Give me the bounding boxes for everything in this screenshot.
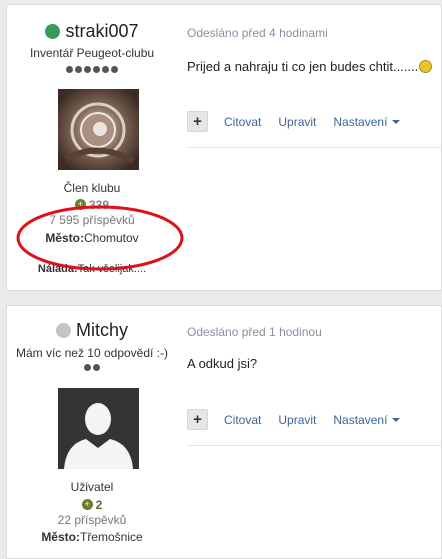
rank-pips xyxy=(7,66,177,73)
username-link[interactable]: Mitchy xyxy=(76,320,128,341)
post-1: straki007 Inventář Peugeot-clubu Člen kl… xyxy=(6,4,442,291)
multiquote-plus-button[interactable]: + xyxy=(187,111,208,132)
settings-menu-button[interactable]: Nastavení xyxy=(333,412,401,427)
quote-button[interactable]: Citovat xyxy=(224,413,261,427)
post-date[interactable]: Odesláno před 4 hodinami xyxy=(187,26,328,40)
member-group: Uživatel xyxy=(70,480,114,494)
rank-pips xyxy=(7,364,177,371)
default-avatar[interactable] xyxy=(58,388,139,469)
rank-pip xyxy=(75,66,82,73)
settings-label: Nastavení xyxy=(333,114,388,129)
rank-pip xyxy=(84,66,91,73)
divider xyxy=(187,445,441,446)
caret-down-icon xyxy=(392,120,401,125)
multiquote-plus-button[interactable]: + xyxy=(187,409,208,430)
rank-pip xyxy=(66,66,73,73)
quote-button[interactable]: Citovat xyxy=(224,115,261,129)
settings-label: Nastavení xyxy=(333,412,388,427)
post-date[interactable]: Odesláno před 1 hodinou xyxy=(187,325,322,339)
annotation-circle xyxy=(16,205,184,271)
rank-pip xyxy=(93,66,100,73)
laughing-smiley-icon xyxy=(419,60,433,73)
location-label: Město: xyxy=(41,530,80,544)
avatar[interactable] xyxy=(58,89,139,170)
rank-pip xyxy=(84,364,91,371)
post-controls: + Citovat Upravit Nastavení xyxy=(187,409,417,430)
reputation: +2 xyxy=(7,496,177,512)
post-text: Prijed a nahraju ti co jen budes chtit..… xyxy=(187,59,433,74)
member-group: Člen klubu xyxy=(63,181,121,195)
post-2: Mitchy Mám víc než 10 odpovědí :-) Uživa… xyxy=(6,305,442,559)
caret-down-icon xyxy=(392,418,401,423)
reputation-value: 2 xyxy=(95,497,103,512)
edit-button[interactable]: Upravit xyxy=(278,413,316,427)
divider xyxy=(187,147,441,148)
author-name-row: Mitchy xyxy=(7,320,177,341)
rank-pip xyxy=(93,364,100,371)
post-controls: + Citovat Upravit Nastavení xyxy=(187,111,417,132)
post-count: 22 příspěvků xyxy=(57,513,127,527)
reputation-icon: + xyxy=(81,499,93,510)
member-rank: Mám víc než 10 odpovědí :-) xyxy=(15,346,169,360)
rank-pip xyxy=(111,66,118,73)
location: Město:Třemošnice xyxy=(7,530,177,544)
username-link[interactable]: straki007 xyxy=(65,21,138,42)
post-text-body: Prijed a nahraju ti co jen budes chtit..… xyxy=(187,59,419,74)
offline-status-icon xyxy=(55,323,71,338)
post-text: A odkud jsi? xyxy=(187,356,258,371)
rank-pip xyxy=(102,66,109,73)
member-rank: Inventář Peugeot-clubu xyxy=(29,46,155,60)
author-name-row: straki007 xyxy=(7,21,177,42)
edit-button[interactable]: Upravit xyxy=(278,115,316,129)
settings-menu-button[interactable]: Nastavení xyxy=(333,114,401,129)
location-value: Třemošnice xyxy=(79,530,143,544)
online-status-icon xyxy=(45,24,61,39)
